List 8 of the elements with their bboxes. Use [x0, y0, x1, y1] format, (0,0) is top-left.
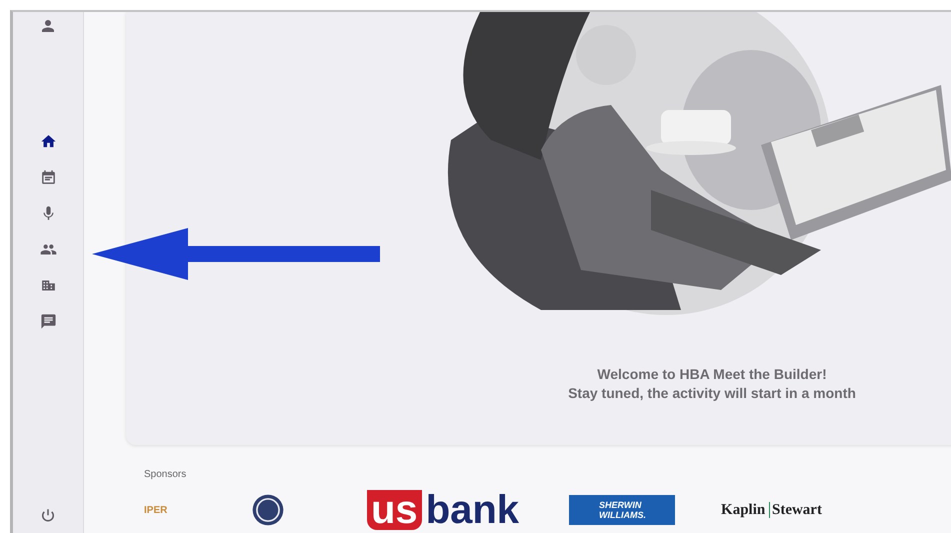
sponsor-logo: IPER: [144, 504, 168, 516]
sponsor-logo: us bank: [367, 490, 520, 530]
user-icon[interactable]: [39, 17, 57, 35]
sponsor-logo: Kaplin Stewart: [721, 502, 822, 518]
sponsor-logo: SHERWIN WILLIAMS.: [569, 495, 676, 525]
welcome-subtitle: Stay tuned, the activity will start in a month: [567, 384, 857, 403]
welcome-title: Welcome to HBA Meet the Builder!: [596, 365, 828, 384]
sponsors-label: Sponsors: [144, 469, 188, 480]
